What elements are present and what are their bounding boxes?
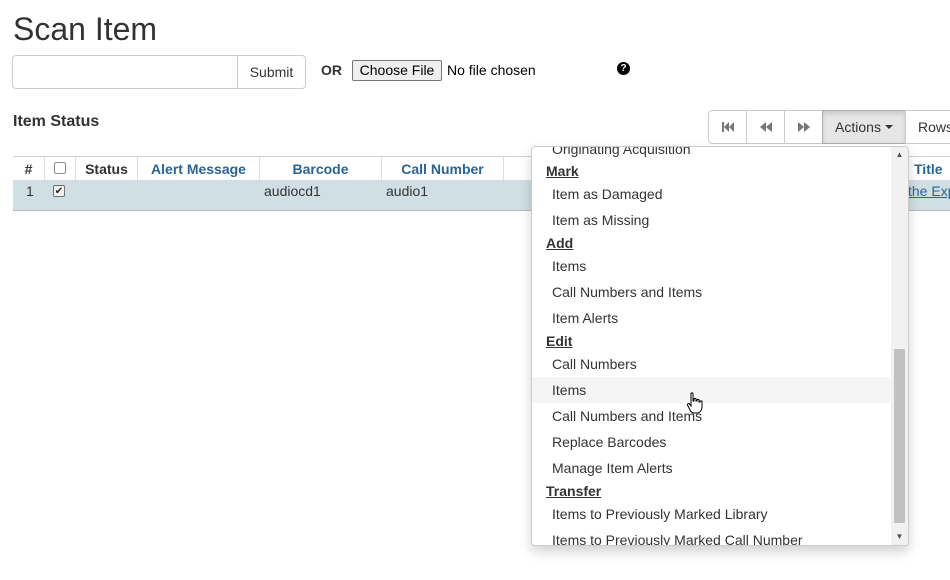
menu-item-replace-barcodes[interactable]: Replace Barcodes	[532, 429, 892, 455]
select-all-checkbox[interactable]	[54, 162, 66, 174]
menu-item-transfer-to-call-number[interactable]: Items to Previously Marked Call Number	[532, 527, 892, 545]
previous-page-icon	[759, 122, 772, 132]
menu-group-mark: Mark	[546, 163, 579, 179]
row-index: 1	[26, 183, 34, 199]
menu-group-add: Add	[546, 235, 574, 251]
row-checkbox[interactable]: ✔	[53, 185, 65, 197]
previous-page-button[interactable]	[746, 110, 785, 144]
menu-item-add-item-alerts[interactable]: Item Alerts	[532, 305, 892, 331]
column-header-alert-message[interactable]: Alert Message	[137, 157, 259, 181]
menu-item-originating-acquisition[interactable]: Originating Acquisition	[532, 147, 892, 162]
column-header-barcode[interactable]: Barcode	[259, 157, 381, 181]
submit-button[interactable]: Submit	[237, 55, 306, 89]
menu-item-transfer-to-library[interactable]: Items to Previously Marked Library	[532, 501, 892, 527]
actions-dropdown-menu: Originating Acquisition Mark Item as Dam…	[531, 146, 909, 546]
next-page-button[interactable]	[784, 110, 823, 144]
page-title: Scan Item	[13, 11, 158, 47]
menu-group-edit: Edit	[546, 333, 573, 349]
menu-item-add-call-numbers-items[interactable]: Call Numbers and Items	[532, 279, 892, 305]
scroll-up-arrow-icon[interactable]: ▲	[891, 147, 908, 163]
menu-item-manage-item-alerts[interactable]: Manage Item Alerts	[532, 455, 892, 481]
file-status-text: No file chosen	[447, 62, 536, 78]
menu-item-edit-items[interactable]: Items	[532, 377, 892, 403]
actions-label: Actions	[835, 119, 881, 135]
barcode-input[interactable]	[12, 55, 238, 89]
or-label: OR	[321, 62, 342, 78]
menu-item-mark-damaged[interactable]: Item as Damaged	[532, 181, 892, 207]
row-barcode: audiocd1	[264, 183, 321, 199]
column-header-status[interactable]: Status	[75, 157, 137, 181]
rows-button[interactable]: Rows	[905, 110, 950, 144]
actions-button[interactable]: Actions	[822, 110, 906, 144]
menu-group-transfer: Transfer	[546, 483, 602, 499]
column-header-select	[44, 157, 75, 181]
menu-item-mark-missing[interactable]: Item as Missing	[532, 207, 892, 233]
scrollbar-thumb[interactable]	[894, 349, 905, 523]
item-status-title: Item Status	[13, 113, 100, 130]
column-header-call-number[interactable]: Call Number	[381, 157, 503, 181]
first-page-button[interactable]	[708, 110, 747, 144]
row-title-link[interactable]: the Exp	[908, 180, 950, 210]
grid-toolbar: Actions Rows	[708, 110, 950, 144]
menu-item-edit-call-numbers[interactable]: Call Numbers	[532, 351, 892, 377]
scroll-down-arrow-icon[interactable]: ▼	[891, 529, 908, 545]
menu-scrollbar[interactable]: ▲ ▼	[891, 147, 908, 545]
menu-item-edit-call-numbers-items[interactable]: Call Numbers and Items	[532, 403, 892, 429]
row-call-number: audio1	[386, 183, 429, 199]
rows-label: Rows	[918, 119, 950, 135]
column-header-index: #	[24, 161, 33, 177]
column-header-title[interactable]: Title	[903, 157, 950, 181]
next-page-icon	[797, 122, 810, 132]
choose-file-button[interactable]: Choose File	[352, 60, 442, 81]
question-circle-icon[interactable]: ?	[617, 62, 630, 75]
first-page-icon	[721, 122, 734, 132]
hand-pointer-cursor-icon	[686, 392, 703, 414]
caret-down-icon	[884, 125, 893, 129]
menu-item-add-items[interactable]: Items	[532, 253, 892, 279]
